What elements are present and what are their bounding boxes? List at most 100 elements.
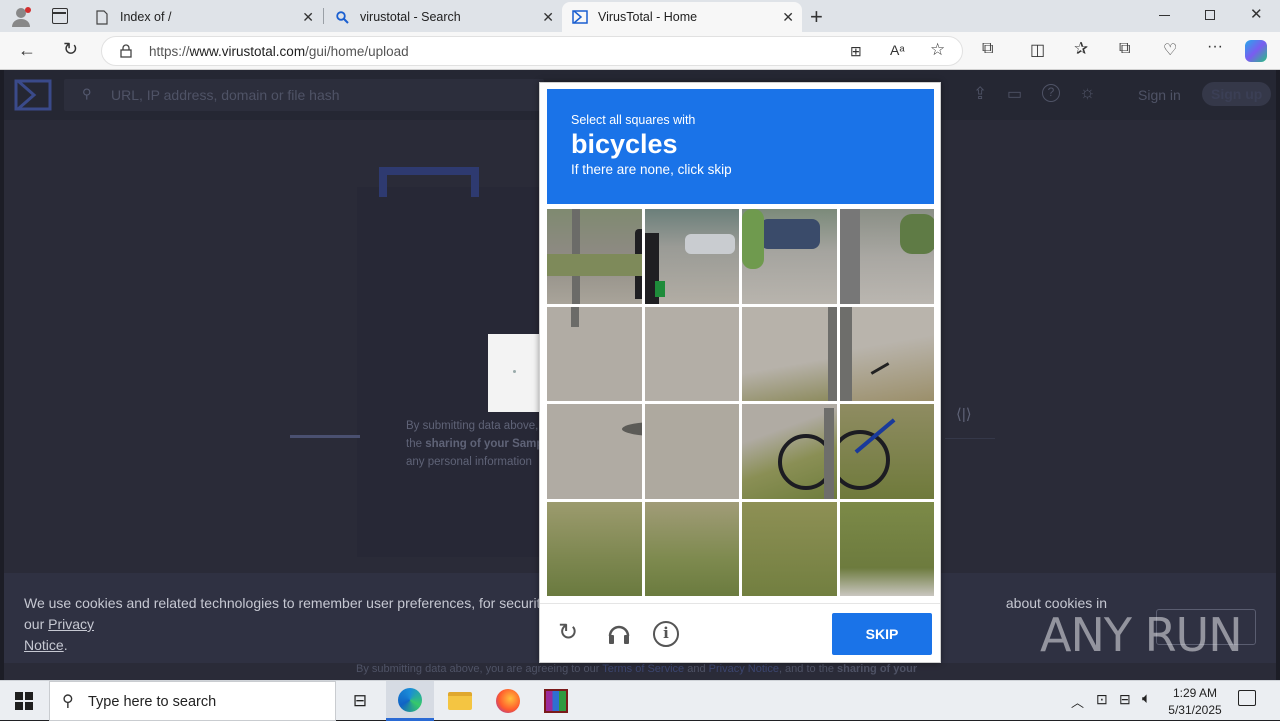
audio-challenge-icon[interactable] xyxy=(606,620,632,651)
browser-essentials-icon[interactable]: ♡ xyxy=(1163,40,1177,60)
submit-notice: By submitting data above, the sharing of… xyxy=(406,420,546,468)
restore-icon[interactable] xyxy=(1205,10,1215,20)
vt-logo-icon[interactable] xyxy=(14,79,52,116)
privacy-link[interactable]: Privacy xyxy=(48,616,94,632)
info-icon[interactable]: i xyxy=(653,621,679,647)
captcha-keyword: bicycles xyxy=(571,129,678,159)
more-menu-icon[interactable]: ··· xyxy=(1207,38,1223,56)
device-icon[interactable]: ⊡ xyxy=(1096,691,1108,708)
app-available-icon[interactable]: ⊞ xyxy=(850,43,862,60)
captcha-tile-13[interactable] xyxy=(547,501,642,596)
profile-icon[interactable] xyxy=(10,6,32,28)
tab-virustotal-home[interactable]: VirusTotal - Home ✕ xyxy=(562,2,802,32)
close-window-icon[interactable]: ✕ xyxy=(1250,5,1263,23)
volume-icon[interactable]: 🔈︎ xyxy=(1142,690,1151,707)
close-tab-icon[interactable]: ✕ xyxy=(302,9,314,26)
captcha-tile-3[interactable] xyxy=(742,209,837,304)
task-view-icon[interactable]: ⊟ xyxy=(336,681,384,721)
vt-search-bar[interactable]: ⚲ URL, IP address, domain or file hash xyxy=(64,79,544,111)
tab-underline xyxy=(290,435,360,438)
captcha-tile-12[interactable] xyxy=(839,404,934,499)
bottom-notice: By submitting data above, you are agreei… xyxy=(356,663,918,675)
favorites-icon[interactable]: ✰ xyxy=(1074,39,1088,59)
read-aloud-icon[interactable]: Aᵃ xyxy=(890,42,905,58)
notifications-icon[interactable]: ▭ xyxy=(1007,84,1022,104)
search-icon: ⚲ xyxy=(82,86,92,101)
captcha-tile-15[interactable] xyxy=(742,501,837,596)
captcha-hint: If there are none, click skip xyxy=(571,162,732,177)
lock-icon[interactable] xyxy=(120,44,132,63)
privacy-notice-link[interactable]: Privacy Notice xyxy=(709,663,779,675)
captcha-tile-6[interactable] xyxy=(644,306,739,401)
windows-taskbar: ⚲ Type here to search ⊟ ︿ ⊡ ⊟ 🔈︎ 1:29 AM… xyxy=(0,680,1280,721)
file-explorer-icon[interactable] xyxy=(436,681,484,721)
captcha-tile-8[interactable] xyxy=(839,306,934,401)
help-icon[interactable]: ? xyxy=(1042,84,1060,102)
captcha-tile-4[interactable] xyxy=(839,209,934,304)
reload-icon[interactable]: ↻ xyxy=(558,621,578,645)
captcha-tile-16[interactable] xyxy=(839,501,934,596)
skip-button[interactable]: SKIP xyxy=(832,613,932,655)
tab-index-of[interactable]: Index of / ✕ xyxy=(84,2,322,32)
signup-button[interactable]: Sign up xyxy=(1202,82,1272,106)
clock[interactable]: 1:29 AM 5/31/2025 xyxy=(1165,685,1225,719)
refresh-icon[interactable]: ↻ xyxy=(63,39,78,60)
virustotal-logo-icon xyxy=(572,9,588,25)
captcha-dialog: Select all squares with bicycles If ther… xyxy=(539,82,941,663)
captcha-tile-9[interactable] xyxy=(547,404,642,499)
code-icon[interactable]: ⟨|⟩ xyxy=(956,405,972,423)
captcha-tile-1[interactable] xyxy=(547,209,642,304)
close-tab-icon[interactable]: ✕ xyxy=(542,9,554,26)
show-hidden-icons[interactable]: ︿ xyxy=(1071,692,1084,711)
copilot-icon[interactable] xyxy=(1245,40,1267,62)
captcha-header: Select all squares with bicycles If ther… xyxy=(547,89,934,204)
theme-toggle-icon[interactable]: ☼ xyxy=(1079,82,1096,103)
notice-link[interactable]: Notice xyxy=(24,637,64,653)
favorite-star-icon[interactable]: ☆ xyxy=(930,40,945,60)
start-button[interactable] xyxy=(15,692,33,715)
taskbar-search-box[interactable]: ⚲ Type here to search xyxy=(49,681,336,721)
captcha-tile-11[interactable] xyxy=(742,404,837,499)
captcha-tile-2[interactable] xyxy=(644,209,739,304)
captcha-tile-14[interactable] xyxy=(644,501,739,596)
tab-actions-icon[interactable] xyxy=(52,8,68,24)
firefox-icon[interactable] xyxy=(484,681,532,721)
clock-time: 1:29 AM xyxy=(1172,686,1218,700)
tab-title: virustotal - Search xyxy=(360,10,461,24)
new-tab-icon[interactable]: + xyxy=(810,4,823,30)
collections-icon[interactable]: ⧉ xyxy=(1119,40,1130,58)
url-text: https://www.virustotal.com/gui/home/uplo… xyxy=(149,44,409,59)
back-icon[interactable]: ← xyxy=(18,40,36,61)
taskbar-search-placeholder: Type here to search xyxy=(88,694,217,710)
captcha-tile-10[interactable] xyxy=(644,404,739,499)
captcha-grid xyxy=(547,209,934,596)
captcha-instruction: Select all squares with xyxy=(571,113,696,127)
divider xyxy=(945,438,995,439)
split-screen-icon[interactable]: ◫ xyxy=(1030,40,1045,60)
search-icon xyxy=(334,9,350,25)
captcha-tile-5[interactable] xyxy=(547,306,642,401)
address-bar[interactable]: https://www.virustotal.com/gui/home/uplo… xyxy=(101,36,963,66)
winrar-icon[interactable] xyxy=(532,681,580,721)
terms-link[interactable]: Terms of Service xyxy=(602,663,684,675)
edge-app-icon[interactable] xyxy=(386,681,434,721)
upload-icon[interactable]: ⇪ xyxy=(973,84,987,104)
network-icon[interactable]: ⊟ xyxy=(1119,691,1131,708)
captcha-tile-7[interactable] xyxy=(742,306,837,401)
loading-box xyxy=(488,334,540,412)
minimize-icon[interactable] xyxy=(1159,15,1170,16)
captcha-footer: ↻ i SKIP xyxy=(540,603,940,663)
extensions-icon[interactable]: ⧉ xyxy=(982,40,993,58)
close-tab-icon[interactable]: ✕ xyxy=(782,9,794,26)
anyrun-watermark: ANY RUN xyxy=(1040,608,1243,662)
signin-link[interactable]: Sign in xyxy=(1138,87,1181,103)
tab-virustotal-search[interactable]: virustotal - Search ✕ xyxy=(324,2,562,32)
tab-title: VirusTotal - Home xyxy=(598,10,698,24)
vt-search-placeholder: URL, IP address, domain or file hash xyxy=(111,87,340,103)
address-toolbar: ← ↻ https://www.virustotal.com/gui/home/… xyxy=(0,32,1280,70)
vt-big-logo xyxy=(379,167,479,197)
clock-date: 5/31/2025 xyxy=(1168,703,1222,717)
page-icon xyxy=(94,9,110,25)
tab-strip: Index of / ✕ virustotal - Search ✕ Virus… xyxy=(0,0,1280,32)
notifications-icon[interactable] xyxy=(1238,690,1256,706)
